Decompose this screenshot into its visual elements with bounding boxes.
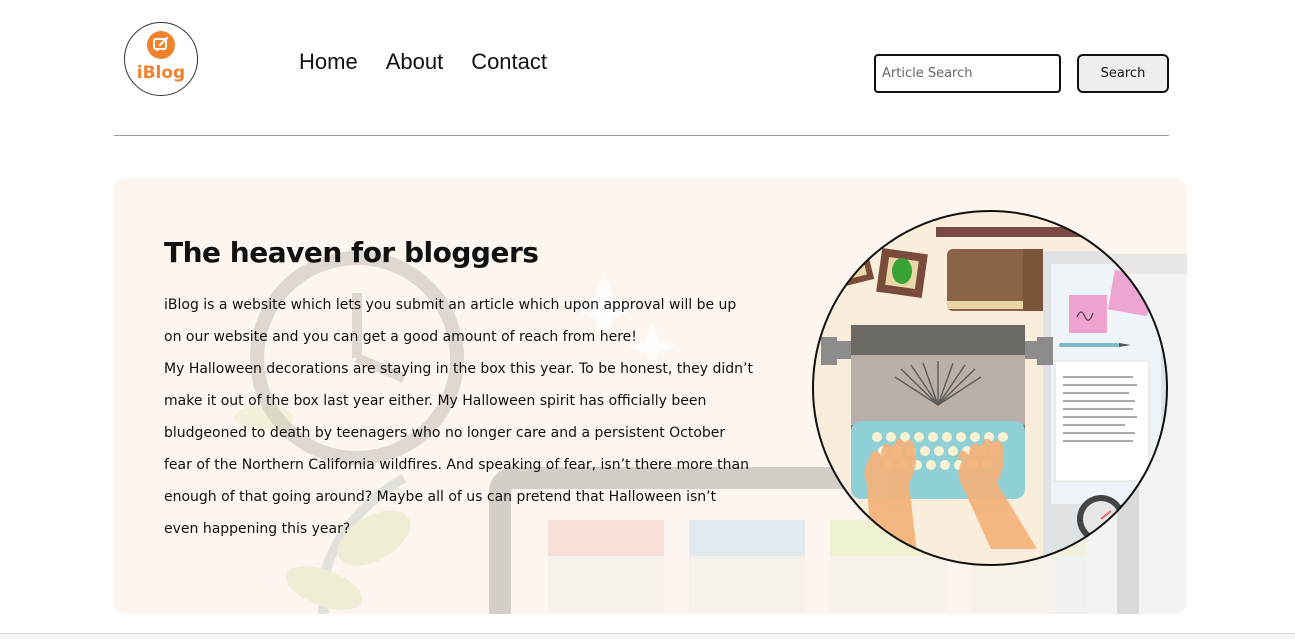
brand-name: iBlog	[136, 63, 186, 83]
typewriter-desk-illustration	[812, 210, 1168, 566]
nav-contact-link[interactable]: Contact	[471, 47, 547, 77]
hero-body-paragraph: My Halloween decorations are staying in …	[164, 361, 753, 537]
hero-text: iBlog is a website which lets you submit…	[164, 289, 754, 545]
header-divider	[114, 135, 1169, 136]
chat-edit-icon	[147, 31, 175, 59]
site-logo[interactable]: iBlog	[124, 22, 198, 96]
article-search-input[interactable]	[874, 54, 1061, 93]
nav-about-link[interactable]: About	[386, 47, 444, 77]
nav-home-link[interactable]: Home	[299, 47, 358, 77]
page-bottom-edge	[0, 633, 1295, 639]
hero-intro-paragraph: iBlog is a website which lets you submit…	[164, 297, 737, 345]
hero-title: The heaven for bloggers	[164, 236, 539, 269]
search-button[interactable]: Search	[1077, 54, 1169, 93]
site-header: iBlog Home About Contact Search	[0, 0, 1295, 136]
main-nav: Home About Contact	[299, 47, 547, 77]
